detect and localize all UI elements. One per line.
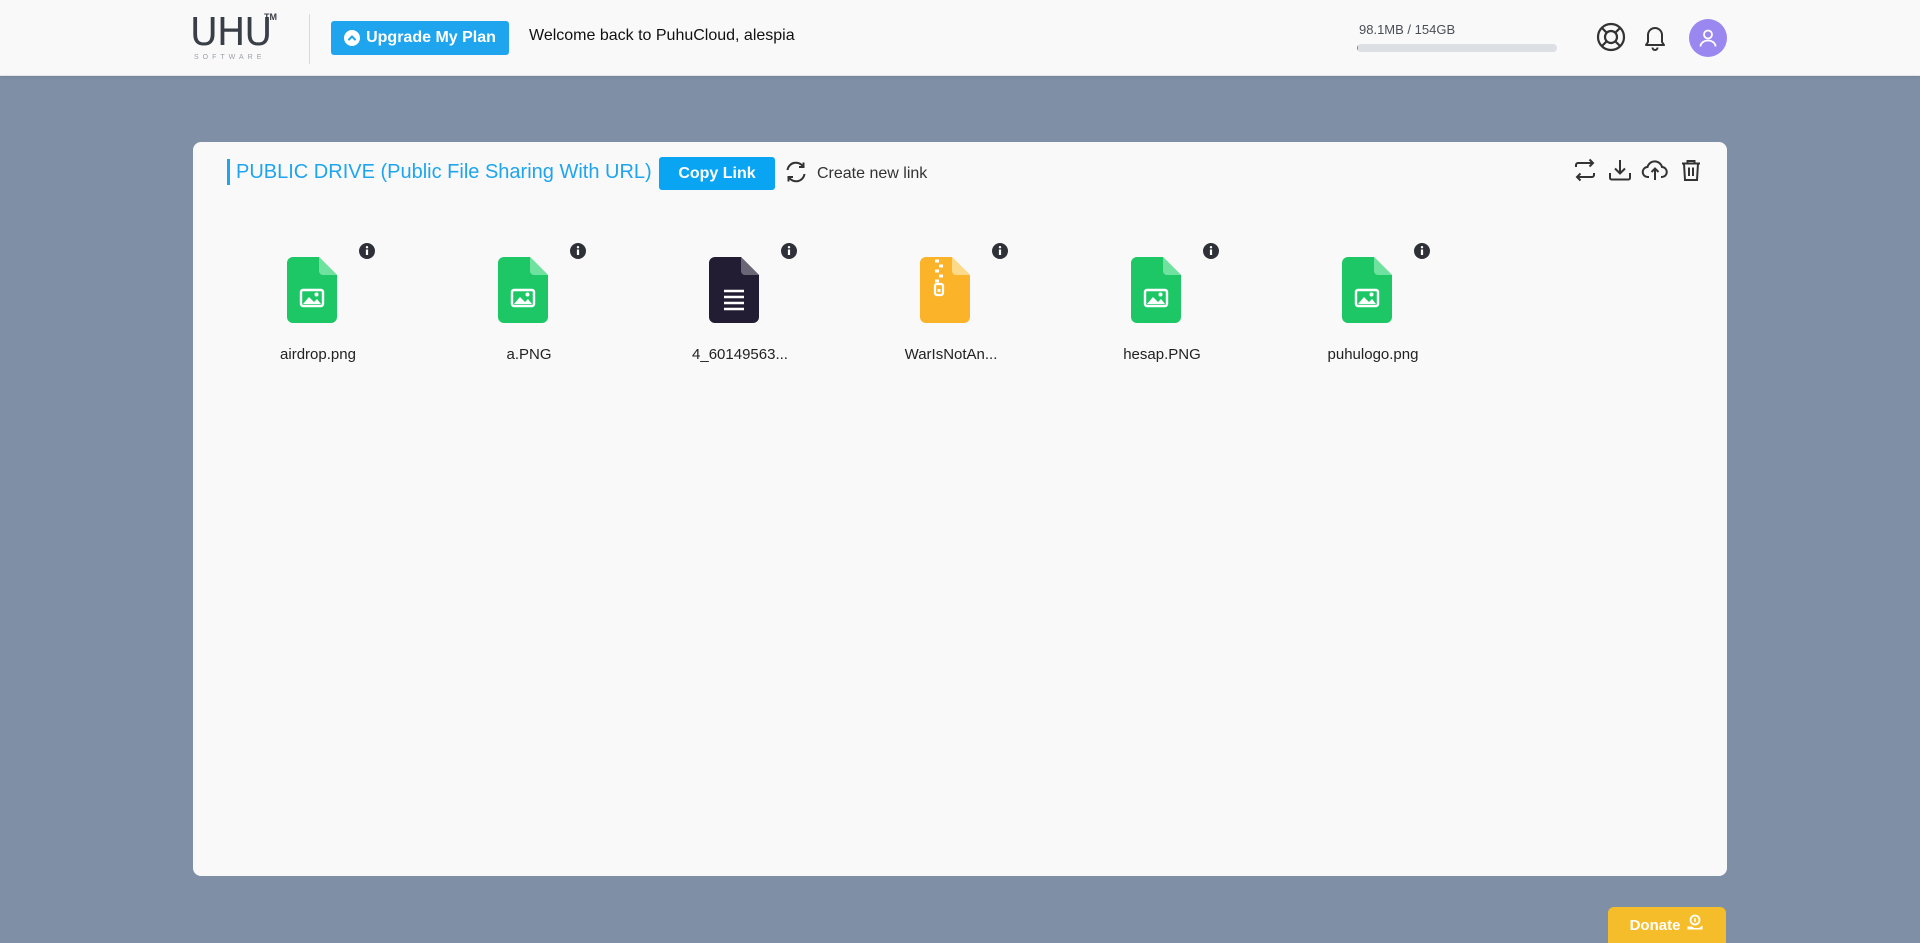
donate-hand-coin-icon	[1686, 914, 1704, 936]
file-name: 4_60149563...	[692, 346, 788, 363]
user-avatar-icon[interactable]	[1689, 19, 1727, 57]
file-name: a.PNG	[506, 346, 552, 363]
storage-usage-fill	[1357, 44, 1358, 52]
upgrade-plan-button[interactable]: Upgrade My Plan	[331, 21, 509, 55]
file-item[interactable]: airdrop.png	[238, 242, 398, 372]
chevron-up-circle-icon	[344, 30, 361, 46]
file-name: airdrop.png	[280, 346, 356, 363]
donate-label: Donate	[1629, 916, 1681, 934]
notification-bell-icon[interactable]	[1640, 22, 1670, 52]
swap-icon[interactable]	[1571, 156, 1599, 184]
trash-icon[interactable]	[1677, 156, 1705, 184]
file-item[interactable]: 4_60149563...	[660, 242, 820, 372]
create-new-link-button[interactable]: Create new link	[783, 160, 927, 188]
logo-subtitle: SOFTWARE	[194, 54, 266, 61]
storage-usage-text: 98.1MB / 154GB	[1359, 22, 1456, 37]
info-icon[interactable]	[1413, 242, 1431, 260]
info-icon[interactable]	[358, 242, 376, 260]
top-header: UHU TM SOFTWARE Upgrade My Plan Welcome …	[0, 0, 1920, 76]
storage-usage-bar	[1357, 44, 1557, 52]
download-icon[interactable]	[1606, 156, 1634, 184]
info-icon[interactable]	[780, 242, 798, 260]
refresh-icon	[783, 159, 809, 190]
file-item[interactable]: hesap.PNG	[1082, 242, 1242, 372]
puhu-logo[interactable]: UHU TM SOFTWARE	[190, 6, 282, 64]
page-title: PUBLIC DRIVE (Public File Sharing With U…	[227, 159, 652, 185]
image-file-icon	[287, 257, 337, 328]
donate-button[interactable]: Donate	[1608, 907, 1726, 943]
file-item[interactable]: a.PNG	[449, 242, 609, 372]
info-icon[interactable]	[1202, 242, 1220, 260]
create-new-link-label: Create new link	[817, 165, 928, 182]
image-file-icon	[1342, 257, 1392, 328]
welcome-message: Welcome back to PuhuCloud, alespia	[529, 27, 795, 44]
archive-file-icon	[920, 257, 970, 328]
file-name: hesap.PNG	[1123, 346, 1201, 363]
logo-text: UHU	[190, 10, 272, 54]
copy-link-button[interactable]: Copy Link	[659, 157, 775, 190]
upgrade-plan-label: Upgrade My Plan	[366, 29, 496, 46]
support-lifebuoy-icon[interactable]	[1596, 22, 1626, 52]
file-name: puhulogo.png	[1327, 346, 1419, 363]
upload-cloud-icon[interactable]	[1641, 156, 1669, 184]
file-name: WarIsNotAn...	[904, 346, 998, 363]
info-icon[interactable]	[991, 242, 1009, 260]
public-drive-panel: PUBLIC DRIVE (Public File Sharing With U…	[193, 142, 1727, 876]
info-icon[interactable]	[569, 242, 587, 260]
logo-trademark: TM	[264, 12, 277, 22]
file-item[interactable]: puhulogo.png	[1293, 242, 1453, 372]
document-file-icon	[709, 257, 759, 328]
file-item[interactable]: WarIsNotAn...	[871, 242, 1031, 372]
image-file-icon	[1131, 257, 1181, 328]
header-divider	[309, 14, 310, 64]
image-file-icon	[498, 257, 548, 328]
